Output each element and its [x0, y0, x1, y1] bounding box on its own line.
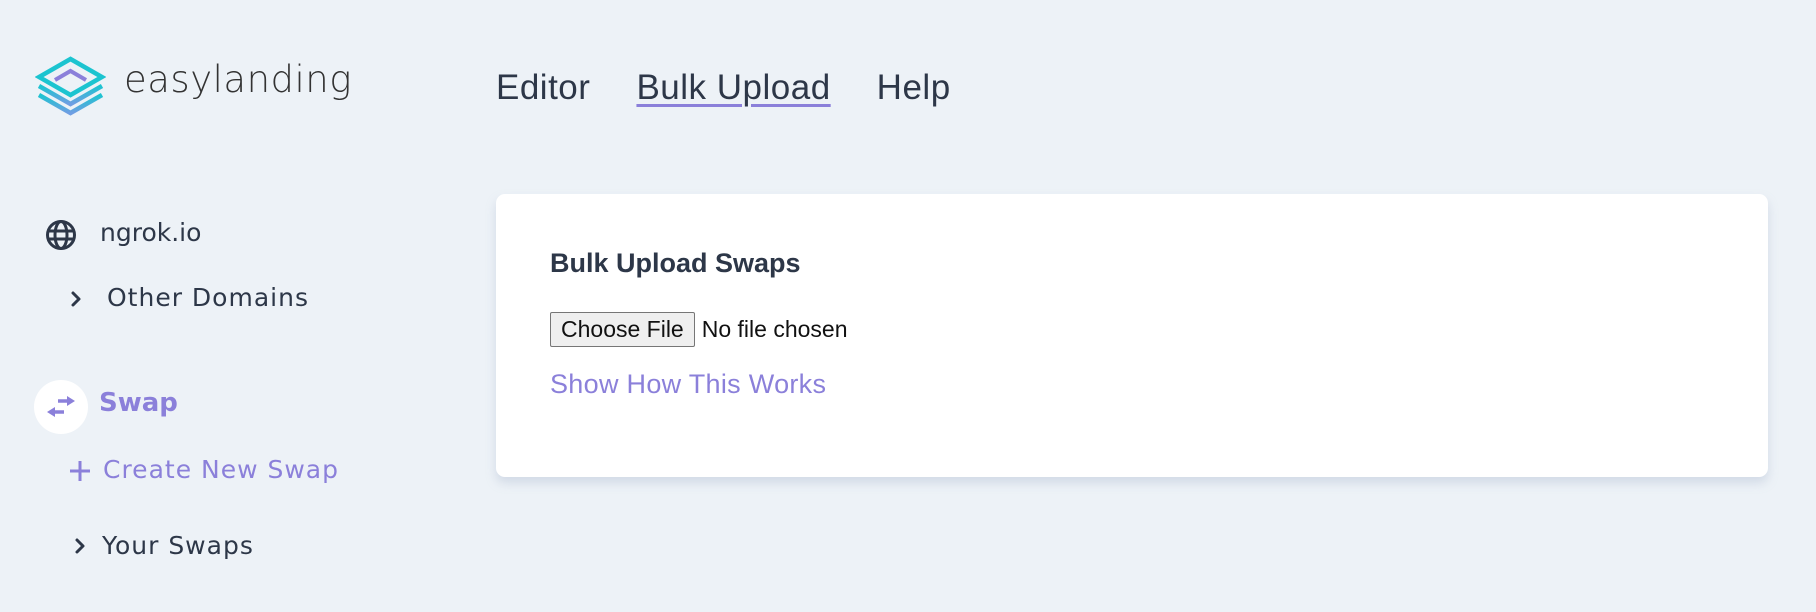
- chevron-right-icon[interactable]: [69, 290, 83, 308]
- file-status: No file chosen: [701, 316, 848, 342]
- swap-arrows-icon: [47, 396, 75, 417]
- plus-icon[interactable]: [69, 460, 91, 482]
- nav-editor[interactable]: Editor: [496, 66, 590, 110]
- nav-bulk-upload[interactable]: Bulk Upload: [636, 66, 830, 110]
- easylanding-logo-icon[interactable]: [35, 56, 106, 119]
- other-domains-link[interactable]: Other Domains: [107, 283, 309, 312]
- nav-help[interactable]: Help: [877, 66, 951, 110]
- bulk-upload-card: Bulk Upload Swaps Choose File No file ch…: [496, 194, 1768, 477]
- file-input[interactable]: Choose File No file chosen: [550, 312, 847, 347]
- create-new-swap-link[interactable]: Create New Swap: [103, 455, 339, 484]
- swap-section-title[interactable]: Swap: [99, 388, 178, 418]
- show-how-this-works-link[interactable]: Show How This Works: [550, 369, 826, 400]
- swap-icon-badge: [34, 380, 88, 434]
- your-swaps-link[interactable]: Your Swaps: [102, 531, 254, 560]
- top-nav: Editor Bulk Upload Help: [496, 66, 997, 110]
- brand-name[interactable]: easylanding: [124, 58, 352, 101]
- globe-icon: [46, 220, 76, 250]
- chevron-right-icon[interactable]: [73, 537, 87, 555]
- card-title: Bulk Upload Swaps: [550, 248, 801, 278]
- choose-file-button[interactable]: Choose File: [550, 312, 695, 347]
- current-domain[interactable]: ngrok.io: [100, 218, 201, 247]
